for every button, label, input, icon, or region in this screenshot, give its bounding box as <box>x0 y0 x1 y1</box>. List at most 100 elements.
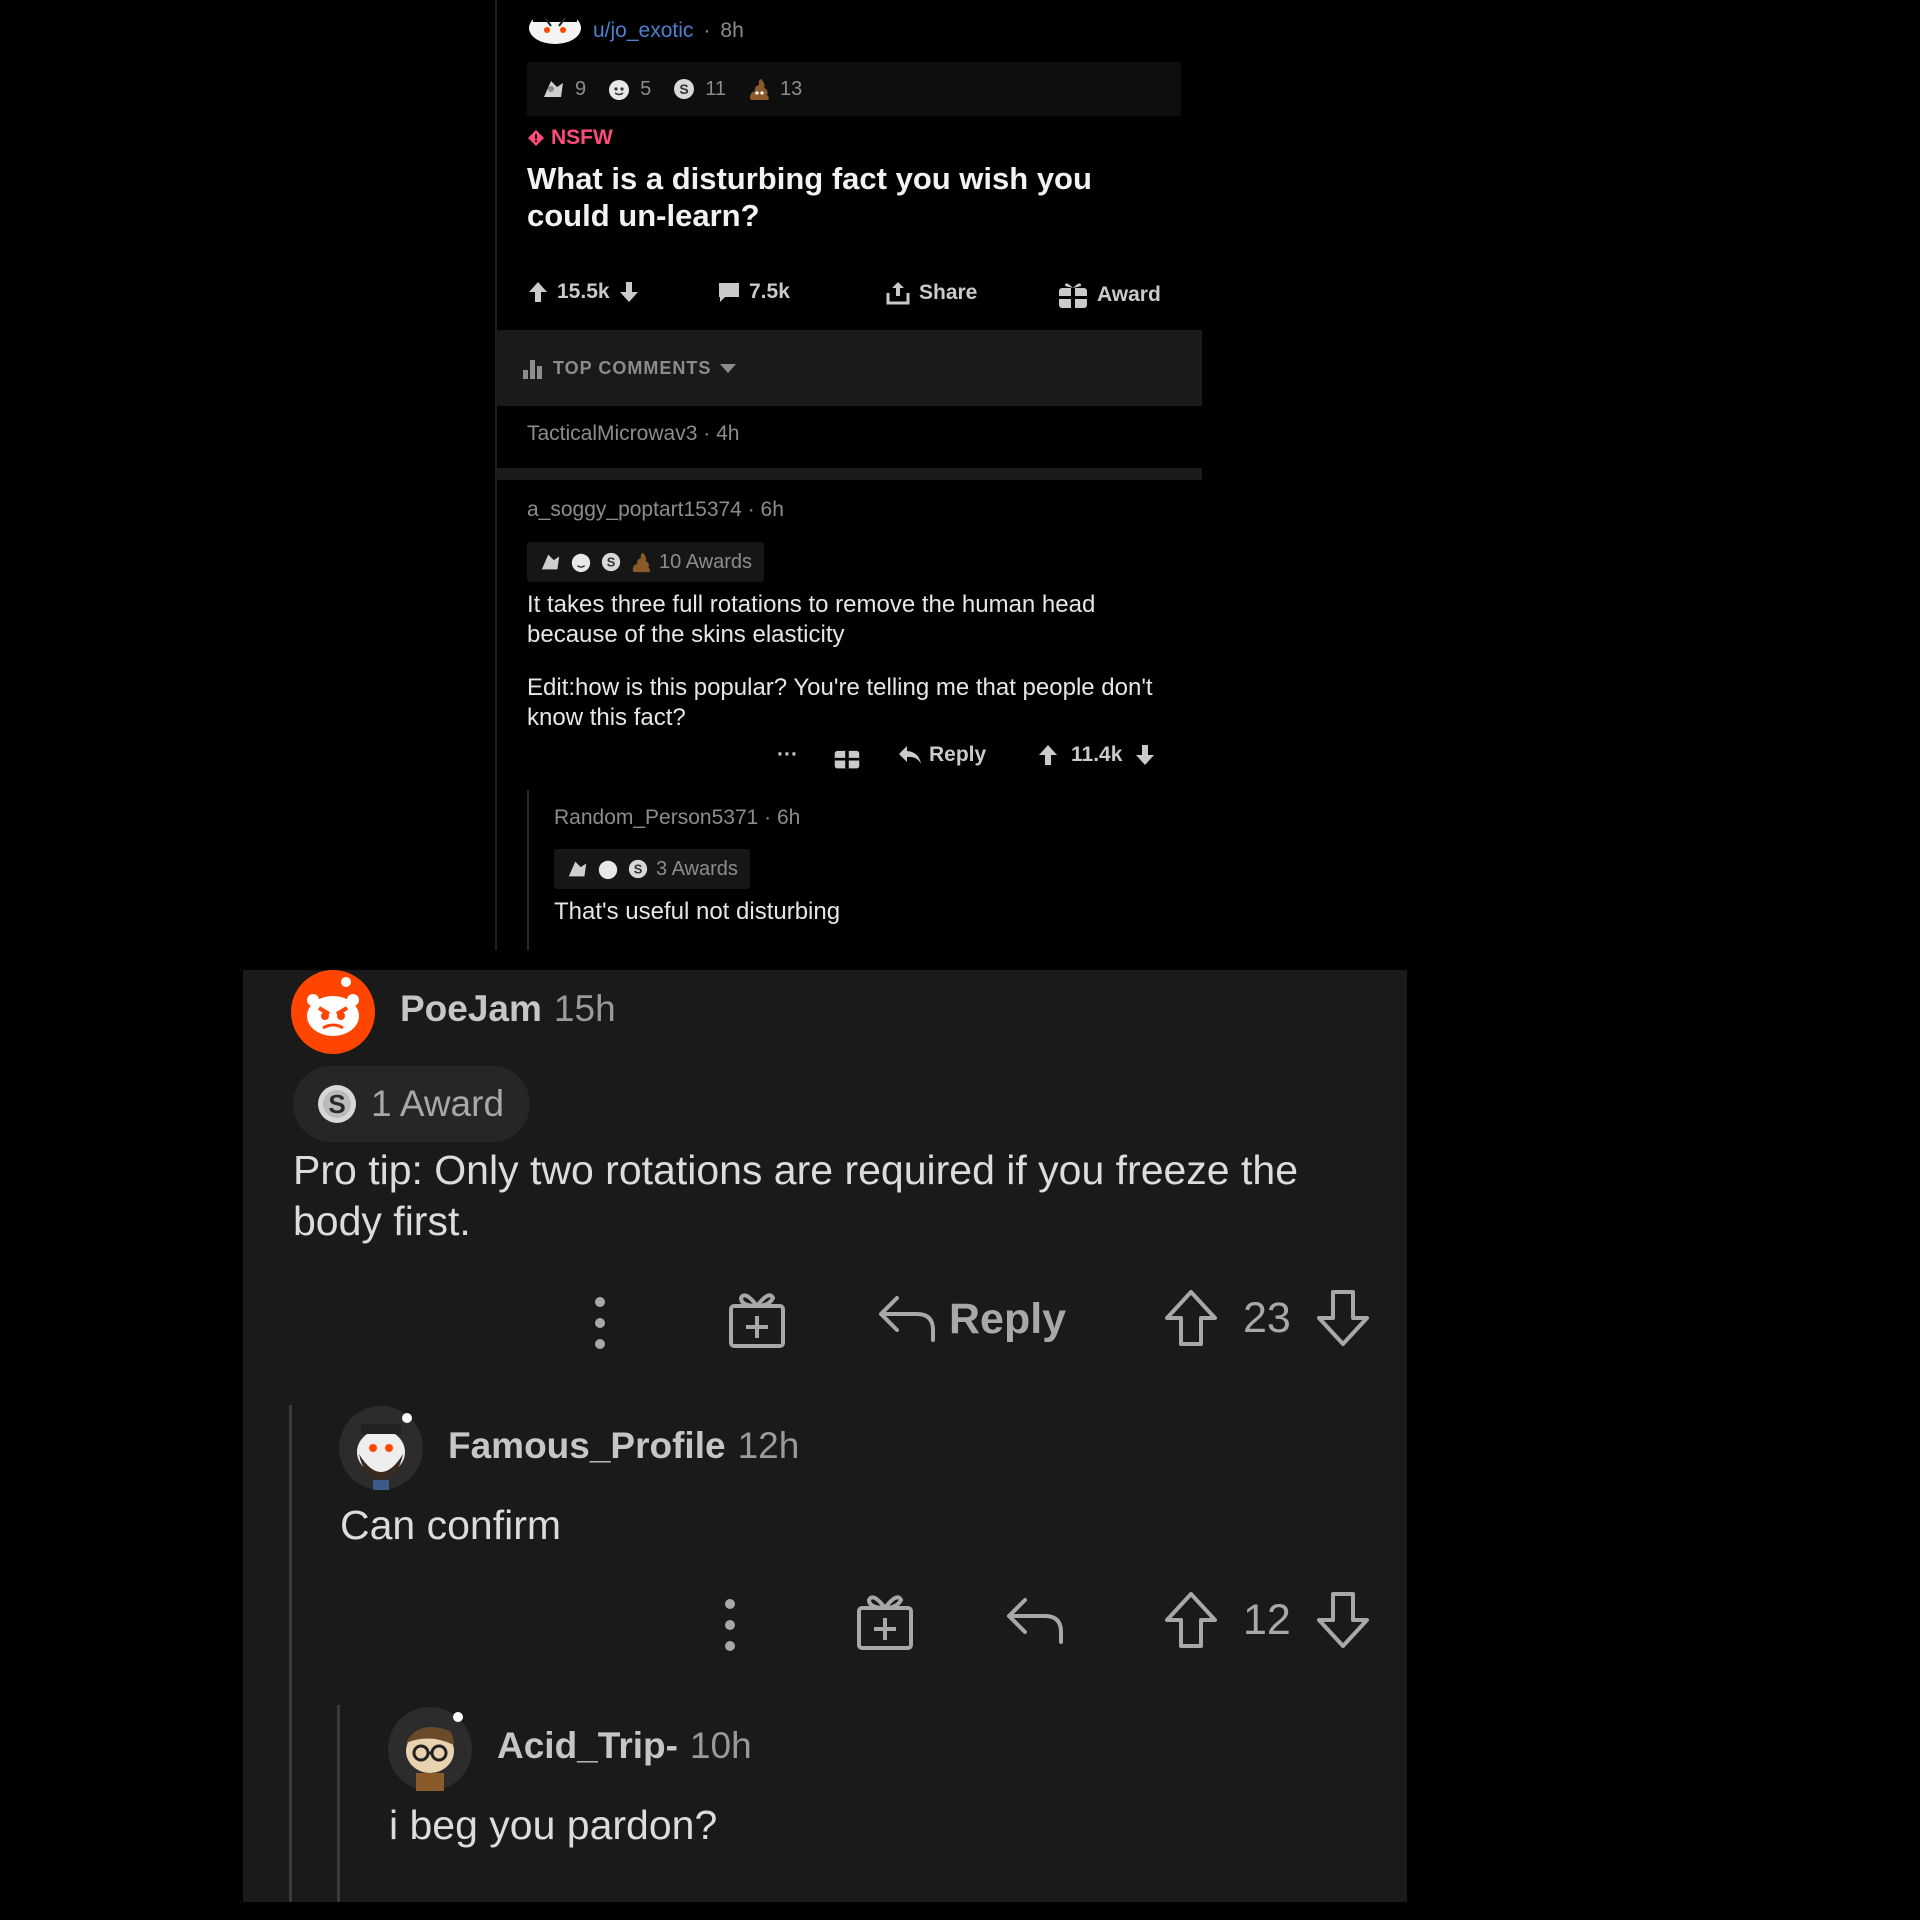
comment-body: It takes three full rotations to remove … <box>527 591 1096 648</box>
comment-body: Pro tip: Only two rotations are required… <box>293 1147 1299 1244</box>
poop-award-icon <box>629 550 653 574</box>
comment-score: 11.4k <box>1071 743 1123 766</box>
vertical-dots-icon <box>593 1296 607 1350</box>
reply-button[interactable] <box>1005 1594 1065 1648</box>
award-button[interactable] <box>727 1288 787 1350</box>
post-score: 15.5k <box>557 280 610 303</box>
upvote-icon[interactable] <box>1163 1590 1219 1650</box>
comment-awards[interactable]: S 1 Award <box>293 1066 531 1142</box>
bearded-snoo-icon <box>357 1413 412 1490</box>
reply-icon <box>897 744 923 766</box>
reply-icon <box>877 1292 937 1346</box>
post-meta: u/jo_exotic · 8h <box>527 14 744 48</box>
comment-separator <box>497 468 1202 480</box>
downvote-icon[interactable] <box>1134 743 1156 767</box>
award-button[interactable] <box>855 1590 915 1652</box>
comment-time: 4h <box>716 422 740 445</box>
post-username[interactable]: u/jo_exotic <box>593 19 693 43</box>
comment-action-bar: Reply 23 <box>243 1288 1407 1358</box>
svg-text:S: S <box>607 555 616 570</box>
svg-text:S: S <box>680 81 689 97</box>
downvote-icon[interactable] <box>618 280 640 304</box>
silver-coin-award-icon: S <box>671 77 697 101</box>
silver-coin-award-icon: S <box>599 551 623 573</box>
more-options-button[interactable] <box>593 1296 607 1350</box>
comment-username[interactable]: Random_Person5371 <box>554 806 758 829</box>
comment-body: Can confirm <box>340 1502 562 1548</box>
top-sort-icon <box>521 356 545 380</box>
comment-vote-group: 23 <box>1163 1288 1371 1348</box>
comment-time: 12h <box>737 1425 800 1466</box>
avatar[interactable] <box>388 1707 472 1791</box>
comment-score: 12 <box>1243 1595 1291 1644</box>
comment-header: Acid_Trip- 10h <box>497 1725 752 1767</box>
comment-time: 6h <box>776 806 801 829</box>
svg-text:S: S <box>328 1089 345 1119</box>
avatar[interactable] <box>291 970 375 1054</box>
comment-body: i beg you pardon? <box>389 1802 718 1848</box>
bottom-screenshot: PoeJam 15h S 1 Award Pro tip: Only two ro… <box>243 970 1407 1902</box>
upvote-icon[interactable] <box>1163 1288 1219 1348</box>
comment-vote-group: 12 <box>1163 1590 1371 1650</box>
award-button[interactable]: Award <box>1057 280 1161 310</box>
gift-icon <box>833 743 861 771</box>
downvote-icon[interactable] <box>1315 1288 1371 1348</box>
comment-header: PoeJam 15h <box>400 988 616 1030</box>
comment-header: Famous_Profile 12h <box>448 1425 799 1467</box>
sort-dropdown[interactable]: TOP COMMENTS <box>497 330 1202 406</box>
gift-icon <box>1057 280 1089 310</box>
reply-button[interactable]: Reply <box>877 1292 1066 1346</box>
comment-username[interactable]: Acid_Trip- <box>497 1725 678 1766</box>
comment-action-bar: 12 <box>243 1590 1407 1660</box>
gift-icon <box>855 1590 915 1652</box>
silver-award-icon <box>539 551 563 573</box>
nsfw-diamond-icon <box>527 129 545 147</box>
comments-button[interactable]: 7.5k <box>717 280 790 304</box>
silver-award-icon <box>541 77 567 101</box>
comment-time: 6h <box>760 498 784 521</box>
silver-coin-award-icon: S <box>626 858 650 880</box>
comment-username[interactable]: a_soggy_poptart15374 <box>527 498 742 521</box>
comment-meta: a_soggy_poptart15374 · 6h <box>527 498 784 521</box>
svg-text:S: S <box>634 862 643 877</box>
reply-body: That's useful not disturbing <box>554 898 841 925</box>
reply-meta: Random_Person5371 · 6h <box>554 806 801 829</box>
comment-awards[interactable]: S 10 Awards <box>527 542 765 582</box>
wholesome-award-icon <box>596 858 620 880</box>
reply-awards[interactable]: S 3 Awards <box>554 849 750 889</box>
more-options-button[interactable]: ··· <box>777 743 798 767</box>
vertical-dots-icon <box>723 1598 737 1652</box>
comment-score: 23 <box>1243 1293 1291 1342</box>
post-title[interactable]: What is a disturbing fact you wish you c… <box>527 160 1147 234</box>
silver-coin-award-icon: S <box>315 1082 359 1126</box>
top-screenshot: u/jo_exotic · 8h 9 5 S 11 13 NSFW What i… <box>495 0 1202 950</box>
downvote-icon[interactable] <box>1315 1590 1371 1650</box>
snoo-avatar-icon <box>527 14 583 48</box>
post-action-bar: 15.5k 7.5k Share Award <box>527 280 1177 314</box>
upvote-icon[interactable] <box>1037 743 1059 767</box>
comment-time: 10h <box>689 1725 752 1766</box>
more-options-button[interactable] <box>723 1598 737 1652</box>
award-button[interactable] <box>833 743 861 771</box>
reply-button[interactable]: Reply <box>897 743 986 767</box>
wholesome-award-icon <box>569 551 593 573</box>
post-award-strip[interactable]: 9 5 S 11 13 <box>527 62 1181 116</box>
collapsed-comment[interactable]: TacticalMicrowav3 · 4h <box>527 422 739 446</box>
glasses-snoo-icon <box>406 1712 463 1791</box>
share-icon <box>885 280 911 306</box>
comment-username[interactable]: PoeJam <box>400 988 542 1029</box>
nsfw-badge: NSFW <box>527 126 613 150</box>
avatar[interactable] <box>339 1406 423 1490</box>
comment-vote-group: 11.4k <box>1037 743 1156 767</box>
angry-snoo-icon <box>307 977 359 1036</box>
post-vote-group: 15.5k <box>527 280 640 304</box>
comment-action-bar: ··· Reply 11.4k <box>777 743 1177 777</box>
comment-username[interactable]: TacticalMicrowav3 <box>527 422 697 445</box>
gift-icon <box>727 1288 787 1350</box>
comment-username[interactable]: Famous_Profile <box>448 1425 726 1466</box>
upvote-icon[interactable] <box>527 280 549 304</box>
share-button[interactable]: Share <box>885 280 977 306</box>
thread-line[interactable] <box>527 790 529 950</box>
thread-line[interactable] <box>337 1705 340 1902</box>
poop-award-icon <box>746 76 772 102</box>
